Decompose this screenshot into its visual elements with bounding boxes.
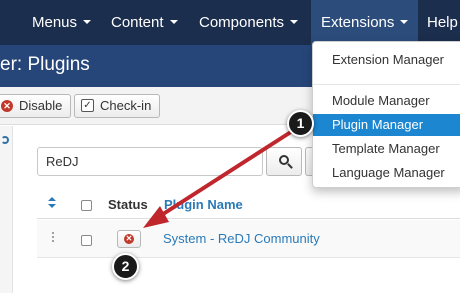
checkin-button[interactable]: ✓ Check-in <box>74 94 161 118</box>
unpublished-x-icon: ✕ <box>124 234 134 244</box>
caret-down-icon <box>400 20 409 25</box>
drag-handle-icon[interactable] <box>51 231 55 243</box>
column-header-status[interactable]: Status <box>108 197 148 212</box>
caret-down-icon <box>83 20 92 25</box>
sidebar-toggle-icon <box>1 136 9 144</box>
search-button[interactable] <box>266 147 302 176</box>
menu-item-language-manager[interactable]: Language Manager <box>313 162 460 184</box>
nav-help[interactable]: Help <box>427 0 458 45</box>
menu-item-plugin-manager[interactable]: Plugin Manager <box>313 114 460 136</box>
checkbox-check-icon: ✓ <box>81 99 94 113</box>
disable-x-icon: ✕ <box>1 99 13 112</box>
sidebar-toggle-strip[interactable] <box>0 126 13 293</box>
search-input[interactable] <box>37 147 263 176</box>
menu-item-extension-manager[interactable]: Extension Manager <box>313 49 460 71</box>
top-navbar: Menus Content Components Extensions Help <box>0 0 460 45</box>
nav-components[interactable]: Components <box>199 0 299 45</box>
column-header-plugin-name[interactable]: Plugin Name <box>164 197 243 212</box>
caret-down-icon <box>290 20 299 25</box>
step-marker-2: 2 <box>112 253 139 280</box>
disable-button[interactable]: ✕ Disable <box>0 94 72 118</box>
table-header: Status Plugin Name <box>37 189 460 219</box>
menu-divider <box>313 84 460 85</box>
step-marker-1: 1 <box>287 110 314 137</box>
nav-menus[interactable]: Menus <box>32 0 92 45</box>
extensions-dropdown-menu: Extension Manager Module Manager Plugin … <box>312 41 460 188</box>
plugin-name-link[interactable]: System - ReDJ Community <box>163 231 320 246</box>
menu-item-module-manager[interactable]: Module Manager <box>313 90 460 112</box>
menu-item-template-manager[interactable]: Template Manager <box>313 138 460 160</box>
nav-content[interactable]: Content <box>111 0 178 45</box>
row-checkbox[interactable] <box>81 235 92 246</box>
page-title: er: Plugins <box>0 54 90 75</box>
status-toggle-button[interactable]: ✕ <box>117 230 141 248</box>
nav-extensions[interactable]: Extensions <box>311 0 419 45</box>
select-all-checkbox[interactable] <box>81 200 92 211</box>
caret-down-icon <box>169 20 178 25</box>
sort-icon[interactable] <box>48 197 56 209</box>
table-row: ✕ System - ReDJ Community <box>37 220 460 258</box>
